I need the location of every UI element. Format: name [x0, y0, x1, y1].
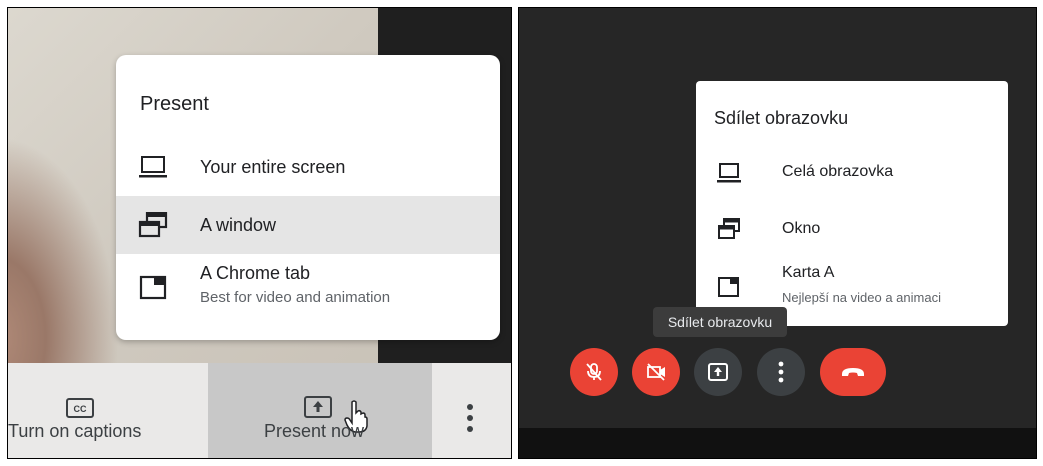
share-screen-tooltip: Sdílet obrazovku	[653, 307, 787, 337]
svg-text:CC: CC	[74, 404, 87, 414]
menu-item-chrome-tab[interactable]: A Chrome tab Best for video and animatio…	[116, 254, 500, 320]
window-icon	[718, 218, 740, 239]
microphone-toggle-button[interactable]	[570, 348, 618, 396]
laptop-icon	[139, 156, 167, 178]
menu-item-label: Okno	[782, 220, 821, 237]
camera-off-icon	[647, 363, 665, 381]
menu-item-window[interactable]: Okno	[696, 209, 1008, 249]
menu-item-label: A window	[200, 215, 277, 235]
menu-item-window[interactable]: A window	[116, 196, 500, 254]
menu-item-label: Karta A	[782, 264, 835, 281]
more-options-button[interactable]	[432, 363, 511, 458]
present-now-label: Present now	[264, 421, 365, 441]
turn-on-captions-button[interactable]: CC Turn on captions	[8, 363, 208, 458]
share-screen-menu: Sdílet obrazovku Celá obrazovka Okno Kar	[696, 81, 1008, 326]
hang-up-button[interactable]	[820, 348, 886, 396]
menu-item-entire-screen[interactable]: Celá obrazovka	[696, 153, 1008, 193]
present-screen-button[interactable]	[694, 348, 742, 396]
camera-toggle-button[interactable]	[632, 348, 680, 396]
mic-off-icon	[586, 363, 602, 381]
meeting-bottom-bar: CC Turn on captions Present now	[8, 363, 511, 458]
more-vert-icon	[778, 361, 784, 383]
menu-item-sublabel: Best for video and animation	[200, 289, 391, 306]
menu-item-sublabel: Nejlepší na video a animaci	[782, 290, 941, 305]
chrome-tab-icon	[139, 275, 167, 300]
captions-icon: CC	[66, 398, 94, 418]
menu-item-label: A Chrome tab	[200, 263, 311, 283]
laptop-icon	[717, 163, 741, 183]
present-menu-title: Present	[140, 93, 209, 115]
more-vert-icon	[467, 404, 473, 432]
english-meet-panel: Present Your entire screen A window A Ch	[7, 7, 512, 459]
czech-meet-panel: Sdílet obrazovku Celá obrazovka Okno Kar	[518, 7, 1037, 459]
captions-label: Turn on captions	[8, 421, 142, 441]
present-now-button[interactable]: Present now	[208, 363, 432, 458]
present-menu: Present Your entire screen A window A Ch	[116, 55, 500, 340]
more-options-button[interactable]	[757, 348, 805, 396]
present-screen-icon	[708, 363, 728, 381]
menu-item-label: Celá obrazovka	[782, 163, 894, 180]
chrome-tab-icon	[718, 277, 739, 297]
hang-up-icon	[842, 368, 864, 376]
menu-item-entire-screen[interactable]: Your entire screen	[116, 138, 500, 196]
share-menu-title: Sdílet obrazovku	[714, 108, 849, 128]
present-screen-icon	[304, 396, 332, 418]
window-icon	[138, 212, 168, 238]
dark-footer	[519, 428, 1036, 458]
menu-item-label: Your entire screen	[200, 157, 346, 177]
